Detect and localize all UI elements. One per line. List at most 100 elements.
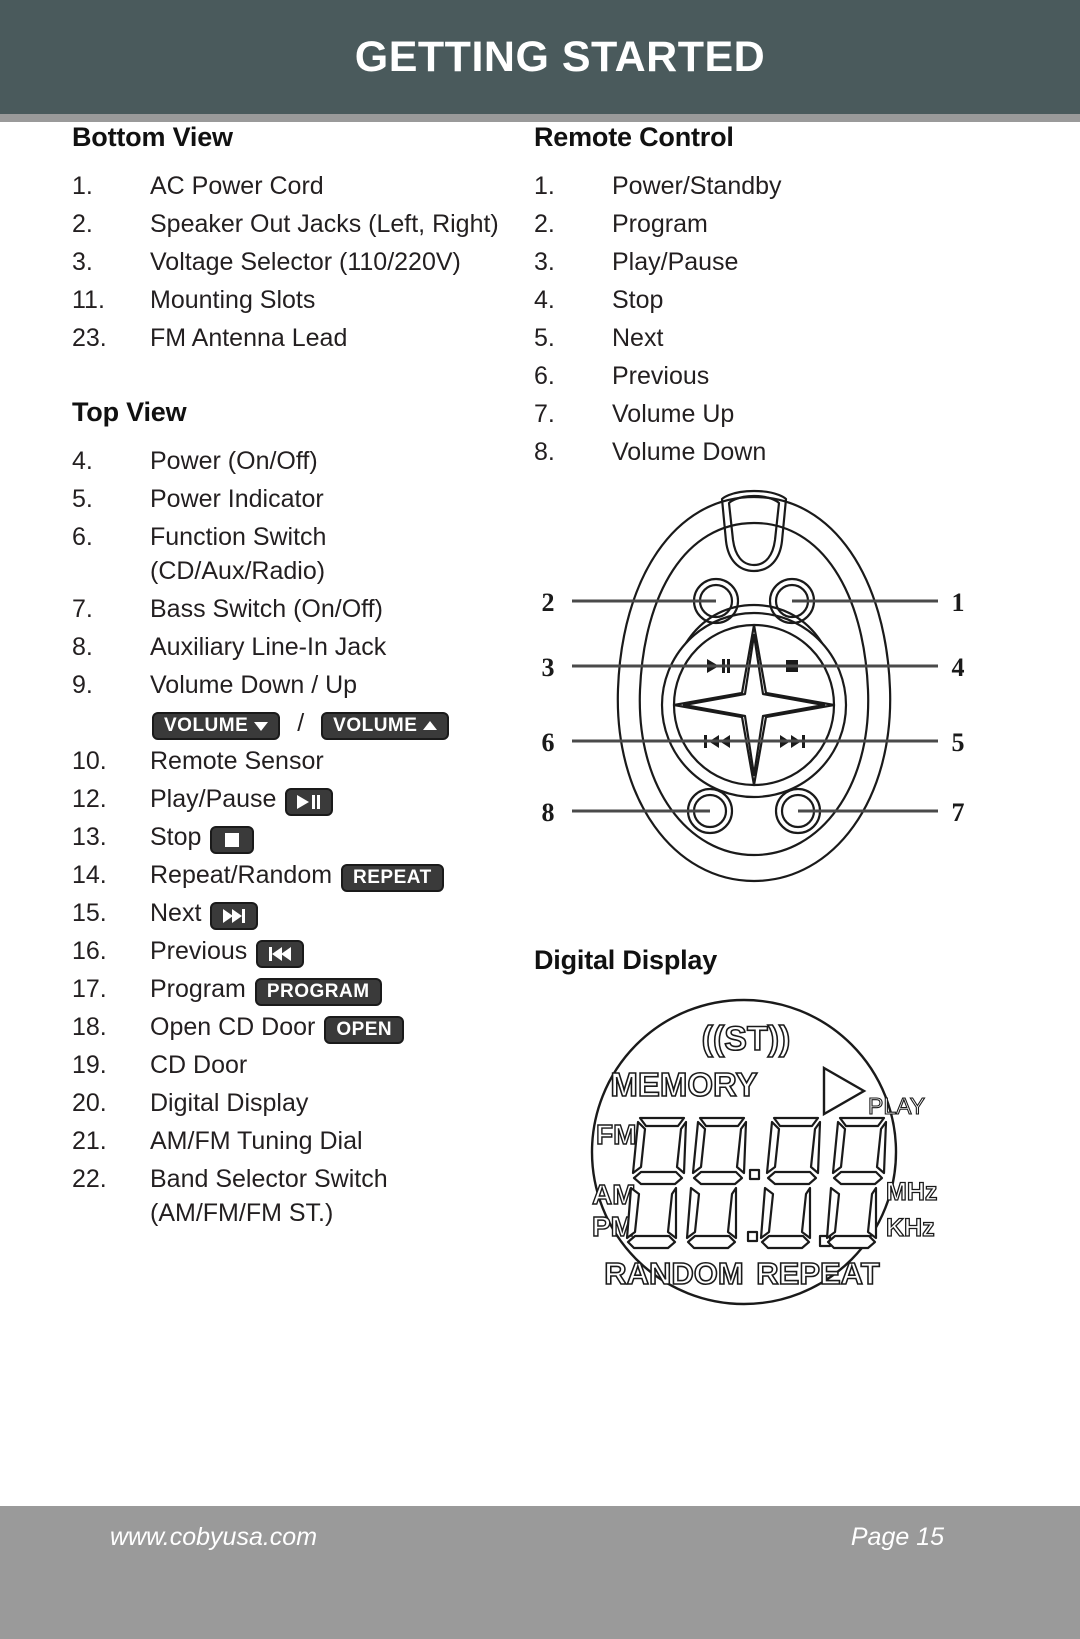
remote-body-inner-outline bbox=[638, 521, 870, 857]
repeat-indicator-label: REPEAT bbox=[756, 1256, 880, 1291]
list-item-label: Auxiliary Line-In Jack bbox=[150, 633, 387, 661]
footer-website-link[interactable]: www.cobyusa.com bbox=[110, 1523, 317, 1552]
program-badge[interactable]: PROGRAM bbox=[254, 978, 382, 1007]
list-item-number: 8. bbox=[534, 438, 555, 466]
volume-label-text: Volume Down / Up bbox=[150, 671, 358, 699]
remote-nav-star-inner bbox=[682, 633, 826, 777]
callout-number-left-2: 2 bbox=[542, 588, 555, 617]
section-title-bottom-view: Bottom View bbox=[72, 122, 233, 152]
list-item-label: Stop bbox=[612, 286, 664, 314]
list-item-label: Previous bbox=[612, 362, 710, 390]
list-item-label: Stop bbox=[150, 820, 502, 855]
next-badge[interactable] bbox=[210, 902, 259, 931]
list-item: 20. Digital Display bbox=[72, 1086, 502, 1120]
previous-badge[interactable] bbox=[256, 940, 305, 969]
segment-digit-4 bbox=[825, 1116, 888, 1250]
list-item-number: 6. bbox=[72, 523, 93, 551]
list-item-number: 20. bbox=[72, 1089, 107, 1117]
list-item-number: 18. bbox=[72, 1013, 107, 1041]
list-item: 19. CD Door bbox=[72, 1048, 502, 1082]
list-item-open-cd-door: 18. Open CD Door OPEN bbox=[72, 1010, 502, 1045]
list-item-play-pause: 12. Play/Pause bbox=[72, 782, 502, 817]
list-item: 4. Stop bbox=[534, 283, 974, 317]
mhz-indicator-label: MHz bbox=[886, 1178, 937, 1206]
list-item-label: AC Power Cord bbox=[150, 172, 324, 200]
list-item: 21. AM/FM Tuning Dial bbox=[72, 1124, 502, 1158]
page-content: Bottom View 1. AC Power Cord 2. Speaker … bbox=[0, 122, 1080, 1506]
list-item: 7. Bass Switch (On/Off) bbox=[72, 592, 502, 626]
open-badge[interactable]: OPEN bbox=[324, 1016, 405, 1045]
list-item-label: Play/Pause bbox=[150, 782, 502, 817]
list-item-number: 15. bbox=[72, 899, 107, 927]
digital-display-diagram: ((ST)) MEMORY PLAY FM AM PM MHz KHz RAND… bbox=[534, 992, 974, 1322]
play-indicator-label: PLAY bbox=[868, 1093, 925, 1119]
list-item-label: Volume Down / Up VOLUME / VOLUME bbox=[150, 668, 502, 741]
left-column: Bottom View 1. AC Power Cord 2. Speaker … bbox=[72, 122, 502, 1234]
previous-track-icon bbox=[269, 947, 292, 962]
list-item: 6. Function Switch (CD/Aux/Radio) bbox=[72, 520, 502, 588]
list-item-label: Voltage Selector (110/220V) bbox=[150, 248, 461, 276]
volume-badge-row: VOLUME / VOLUME bbox=[150, 706, 502, 741]
list-item-number: 6. bbox=[534, 362, 555, 390]
volume-down-badge[interactable]: VOLUME bbox=[152, 712, 281, 741]
callout-number-right-7: 7 bbox=[952, 798, 965, 827]
list-item: 23. FM Antenna Lead bbox=[72, 321, 502, 355]
list-item: 5. Next bbox=[534, 321, 974, 355]
list-item-number: 23. bbox=[72, 324, 107, 352]
callout-number-right-5: 5 bbox=[952, 728, 965, 757]
list-item: 8. Volume Down bbox=[534, 435, 974, 469]
random-indicator-label: RANDOM bbox=[604, 1256, 744, 1291]
list-item-number: 16. bbox=[72, 937, 107, 965]
top-view-list: 4. Power (On/Off) 5. Power Indicator 6. … bbox=[72, 444, 502, 1230]
list-item: 22. Band Selector Switch (AM/FM/FM ST.) bbox=[72, 1162, 502, 1230]
play-pause-icon bbox=[297, 795, 321, 810]
program-label-text: Program bbox=[150, 975, 246, 1003]
list-item-repeat-random: 14. Repeat/Random REPEAT bbox=[72, 858, 502, 893]
section-title-digital-display: Digital Display bbox=[534, 945, 718, 975]
list-item-number: 4. bbox=[72, 447, 93, 475]
list-item-number: 1. bbox=[72, 172, 93, 200]
next-label-text: Next bbox=[150, 899, 202, 927]
list-item-number: 12. bbox=[72, 785, 107, 813]
repeat-badge[interactable]: REPEAT bbox=[341, 864, 444, 893]
segment-digit-1 bbox=[625, 1116, 688, 1250]
section-title-top-view: Top View bbox=[72, 397, 187, 427]
list-item: 3. Play/Pause bbox=[534, 245, 974, 279]
list-item-label: Remote Sensor bbox=[150, 747, 324, 775]
memory-indicator-label: MEMORY bbox=[610, 1066, 757, 1103]
list-item: 4. Power (On/Off) bbox=[72, 444, 502, 478]
list-item-label: FM Antenna Lead bbox=[150, 324, 348, 352]
program-badge-label: PROGRAM bbox=[266, 981, 370, 1003]
stereo-indicator-label: ((ST)) bbox=[702, 1020, 791, 1058]
list-item-label: Volume Up bbox=[612, 400, 735, 428]
list-item-label: Function Switch (CD/Aux/Radio) bbox=[150, 523, 327, 585]
triangle-up-icon bbox=[423, 721, 438, 731]
list-item: 8. Auxiliary Line-In Jack bbox=[72, 630, 502, 664]
list-item-label: Mounting Slots bbox=[150, 286, 316, 314]
list-item-next: 15. Next bbox=[72, 896, 502, 931]
list-item-number: 1. bbox=[534, 172, 555, 200]
list-item: 11. Mounting Slots bbox=[72, 283, 502, 317]
page-title: GETTING STARTED bbox=[354, 32, 766, 81]
list-item-number: 10. bbox=[72, 747, 107, 775]
list-item: 6. Previous bbox=[534, 359, 974, 393]
volume-up-badge[interactable]: VOLUME bbox=[321, 712, 450, 741]
list-item-number: 13. bbox=[72, 823, 107, 851]
callout-number-left-3: 3 bbox=[542, 653, 555, 682]
list-item-label: Previous bbox=[150, 934, 502, 969]
repeat-random-label-text: Repeat/Random bbox=[150, 861, 333, 889]
list-item-number: 7. bbox=[72, 595, 93, 623]
list-item-number: 3. bbox=[534, 248, 555, 276]
list-item-number: 11. bbox=[72, 286, 105, 314]
callout-number-right-1: 1 bbox=[952, 588, 965, 617]
list-item-label: Power Indicator bbox=[150, 485, 324, 513]
header-divider-rule bbox=[0, 114, 1080, 122]
play-pause-badge[interactable] bbox=[285, 788, 334, 817]
list-item-label: Program PROGRAM bbox=[150, 972, 502, 1007]
list-item-label: Volume Down bbox=[612, 438, 767, 466]
remote-nav-glyphs bbox=[704, 659, 805, 748]
list-item-label: AM/FM Tuning Dial bbox=[150, 1127, 363, 1155]
stop-square-icon bbox=[225, 833, 240, 848]
list-item: 2. Program bbox=[534, 207, 974, 241]
stop-badge[interactable] bbox=[210, 826, 255, 855]
